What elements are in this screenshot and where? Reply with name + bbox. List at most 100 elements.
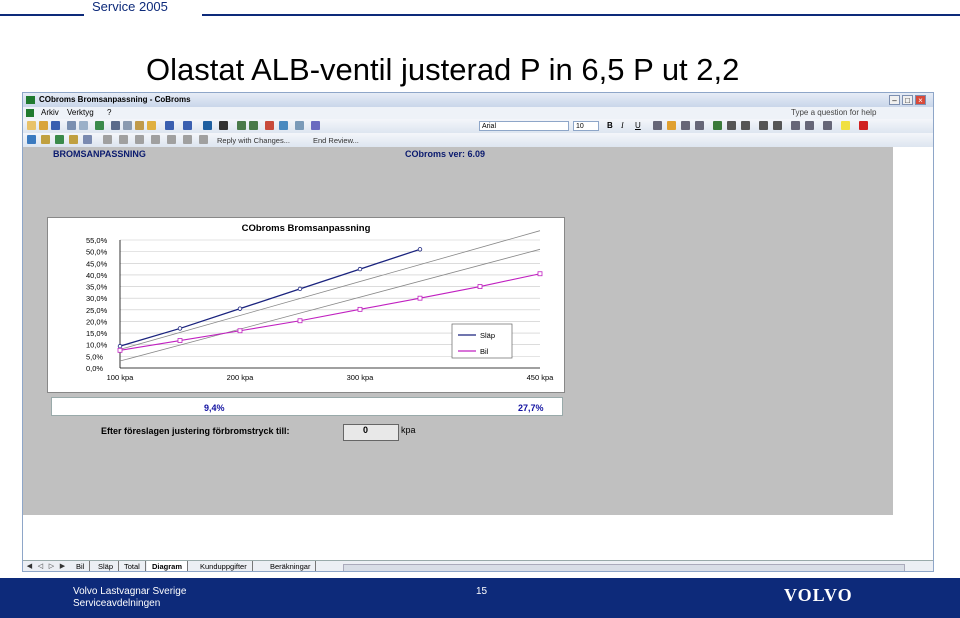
- x-tick-label: 300 kpa: [347, 373, 375, 382]
- help-question-box[interactable]: Type a question for help: [791, 107, 876, 119]
- excel-window: CObroms Bromsanpassning - CoBroms – □ × …: [22, 92, 934, 572]
- window-title: CObroms Bromsanpassning - CoBroms: [39, 95, 191, 104]
- review-icon-4[interactable]: [69, 135, 78, 144]
- maximize-button[interactable]: □: [902, 95, 913, 105]
- zoom-icon[interactable]: [295, 121, 304, 130]
- paste-icon[interactable]: [135, 121, 144, 130]
- copy-icon[interactable]: [123, 121, 132, 130]
- y-tick-label: 45,0%: [86, 259, 108, 268]
- font-name-select[interactable]: Arial: [479, 121, 569, 131]
- y-tick-label: 30,0%: [86, 294, 108, 303]
- y-tick-label: 50,0%: [86, 248, 108, 257]
- data-point-bil: [177, 338, 183, 343]
- menu-verktyg[interactable]: Verktyg: [67, 107, 94, 119]
- end-review-button[interactable]: End Review...: [313, 136, 359, 145]
- sheet-blank-bottom: [23, 515, 933, 565]
- drawing-icon[interactable]: [279, 121, 288, 130]
- menu-arkiv[interactable]: Arkiv: [41, 107, 59, 119]
- data-point-slap: [297, 286, 303, 292]
- first-sheet-button[interactable]: ◀: [25, 563, 34, 571]
- review-icon-9[interactable]: [151, 135, 160, 144]
- review-icon-8[interactable]: [135, 135, 144, 144]
- review-icon-12[interactable]: [199, 135, 208, 144]
- decrease-indent-icon[interactable]: [791, 121, 800, 130]
- redo-icon[interactable]: [183, 121, 192, 130]
- horizontal-scrollbar[interactable]: [343, 564, 905, 571]
- review-icon-6[interactable]: [103, 135, 112, 144]
- reply-with-changes-button[interactable]: Reply with Changes...: [217, 136, 290, 145]
- fill-color-icon[interactable]: [841, 121, 850, 130]
- increase-decimal-icon[interactable]: [759, 121, 768, 130]
- sheet-tab-diagram[interactable]: Diagram: [147, 561, 189, 571]
- open-icon[interactable]: [39, 121, 48, 130]
- percent-icon[interactable]: [727, 121, 736, 130]
- review-icon-7[interactable]: [119, 135, 128, 144]
- minimize-button[interactable]: –: [889, 95, 900, 105]
- data-point-slap: [237, 306, 243, 311]
- font-size-select[interactable]: 10: [573, 121, 599, 131]
- save-icon[interactable]: [51, 121, 60, 130]
- legend-label: Släp: [480, 331, 495, 340]
- sort-descending-icon[interactable]: [249, 121, 258, 130]
- review-icon-3[interactable]: [55, 135, 64, 144]
- sheet-tab-bar: ◀ ◁ ▷ ▶ Bil Släp Total Diagram Kunduppgi…: [23, 560, 933, 571]
- review-icon-2[interactable]: [41, 135, 50, 144]
- help-icon[interactable]: [311, 121, 320, 130]
- spelling-icon[interactable]: [95, 121, 104, 130]
- result-bar: 9,4% 27,7%: [51, 397, 563, 416]
- align-center-icon[interactable]: [667, 121, 676, 130]
- font-color-icon[interactable]: [859, 121, 868, 130]
- align-left-icon[interactable]: [653, 121, 662, 130]
- close-button[interactable]: ×: [915, 95, 926, 105]
- borders-icon[interactable]: [823, 121, 832, 130]
- increase-indent-icon[interactable]: [805, 121, 814, 130]
- y-tick-label: 15,0%: [86, 329, 108, 338]
- sheet-tab-total[interactable]: Total: [119, 561, 146, 571]
- undo-icon[interactable]: [165, 121, 174, 130]
- slide-header-bar: Service 2005: [0, 0, 960, 16]
- data-point-slap: [357, 266, 363, 272]
- data-point-slap: [417, 247, 423, 252]
- adjust-input[interactable]: [343, 424, 399, 441]
- merge-center-icon[interactable]: [695, 121, 704, 130]
- bold-icon[interactable]: B: [607, 121, 613, 130]
- data-point-bil: [297, 318, 303, 324]
- new-icon[interactable]: [27, 121, 36, 130]
- footer-department: Serviceavdelningen: [73, 598, 161, 609]
- underline-icon[interactable]: U: [635, 121, 641, 130]
- adjust-unit: kpa: [401, 425, 416, 435]
- review-icon-11[interactable]: [183, 135, 192, 144]
- sort-ascending-icon[interactable]: [237, 121, 246, 130]
- sheet-tab-slap[interactable]: Släp: [93, 561, 120, 571]
- standard-toolbar: Arial 10 B I U: [23, 119, 933, 133]
- y-tick-label: 40,0%: [86, 271, 108, 280]
- data-point-bil: [117, 347, 123, 353]
- align-right-icon[interactable]: [681, 121, 690, 130]
- print-icon[interactable]: [67, 121, 76, 130]
- y-tick-label: 10,0%: [86, 341, 108, 350]
- print-preview-icon[interactable]: [79, 121, 88, 130]
- result-left-value: 9,4%: [204, 403, 225, 413]
- prev-sheet-button[interactable]: ◁: [36, 563, 45, 571]
- sheet-tab-kunduppgifter[interactable]: Kunduppgifter: [195, 561, 253, 571]
- menu-help[interactable]: ?: [107, 107, 111, 119]
- italic-icon[interactable]: I: [621, 121, 624, 130]
- hyperlink-icon[interactable]: [203, 121, 212, 130]
- sheet-tab-berakningar[interactable]: Beräkningar: [265, 561, 317, 571]
- chart-svg: CObroms Bromsanpassning 55,0% 50,0% 45,0% 40…: [86, 223, 554, 382]
- chart-wizard-icon[interactable]: [265, 121, 274, 130]
- cut-icon[interactable]: [111, 121, 120, 130]
- review-icon-1[interactable]: [27, 135, 36, 144]
- chart-area[interactable]: CObroms Bromsanpassning 55,0% 50,0% 45,0% 40…: [47, 217, 565, 393]
- format-painter-icon[interactable]: [147, 121, 156, 130]
- review-icon-10[interactable]: [167, 135, 176, 144]
- comma-style-icon[interactable]: [741, 121, 750, 130]
- currency-icon[interactable]: [713, 121, 722, 130]
- next-sheet-button[interactable]: ▷: [47, 563, 56, 571]
- review-icon-5[interactable]: [83, 135, 92, 144]
- autosum-icon[interactable]: [219, 121, 228, 130]
- decrease-decimal-icon[interactable]: [773, 121, 782, 130]
- last-sheet-button[interactable]: ▶: [58, 563, 67, 571]
- excel-app-icon: [26, 96, 35, 104]
- sheet-tab-bil[interactable]: Bil: [71, 561, 91, 571]
